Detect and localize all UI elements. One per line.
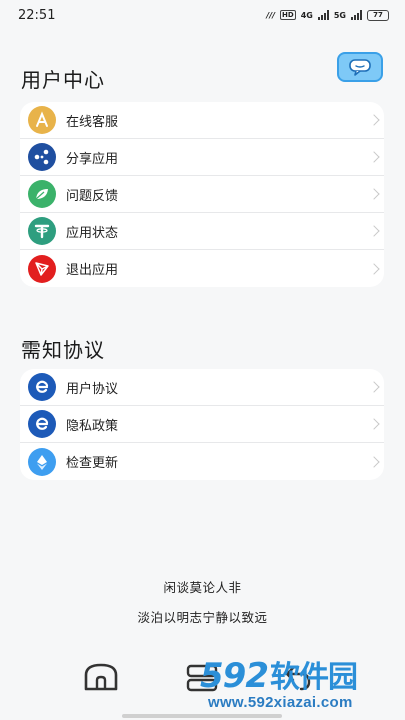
nfc-icon: /// — [266, 10, 276, 20]
tether-status-icon — [28, 217, 56, 245]
signal-icon-2 — [351, 10, 362, 20]
e-doc-icon — [28, 410, 56, 438]
status-time: 22:51 — [18, 7, 56, 23]
diamond-update-icon — [28, 447, 56, 476]
chevron-right-icon — [368, 225, 380, 237]
chevron-right-icon — [368, 114, 380, 126]
share-icon — [28, 143, 56, 171]
menu-item-share-app[interactable]: 分享应用 — [20, 139, 384, 176]
status-icons: /// HD 4G 5G 77 — [266, 9, 389, 21]
watermark-url: www.592xiazai.com — [208, 694, 353, 711]
quote-line-2: 淡泊以明志宁静以致远 — [137, 610, 268, 625]
menu-item-label: 分享应用 — [66, 151, 119, 167]
section-title-user-center: 用户中心 — [21, 68, 105, 92]
leaf-feedback-icon — [28, 180, 56, 208]
chevron-right-icon — [368, 455, 380, 468]
menu-item-check-update[interactable]: 检查更新 — [20, 443, 384, 480]
customer-service-icon — [28, 106, 56, 134]
status-bar: 22:51 /// HD 4G 5G 77 — [0, 0, 405, 30]
chevron-right-icon — [368, 381, 380, 393]
user-center-card: 在线客服 分享应用 问题反馈 应用状态 退出应用 — [20, 102, 384, 287]
chevron-right-icon — [368, 262, 380, 275]
hd-badge: HD — [280, 10, 296, 20]
signal-icon — [317, 10, 329, 20]
chevron-right-icon — [368, 418, 380, 430]
chevron-right-icon — [368, 151, 380, 163]
home-indicator — [122, 714, 282, 718]
menu-item-feedback[interactable]: 问题反馈 — [20, 176, 384, 213]
watermark-number: 592 — [200, 656, 269, 696]
menu-item-user-agreement[interactable]: 用户协议 — [20, 369, 384, 406]
menu-item-label: 问题反馈 — [66, 188, 119, 204]
quote-line-1: 闲谈莫论人非 — [163, 580, 242, 595]
home-icon — [84, 663, 118, 691]
network-5g-label: 5G — [333, 10, 346, 20]
battery-icon: 77 — [367, 9, 389, 21]
menu-item-label: 应用状态 — [66, 225, 119, 241]
chevron-right-icon — [368, 188, 380, 200]
menu-item-label: 隐私政策 — [66, 418, 119, 434]
exit-triangle-icon — [28, 254, 56, 283]
home-nav-button[interactable] — [82, 661, 120, 693]
menu-item-label: 检查更新 — [66, 456, 119, 471]
menu-item-label: 退出应用 — [66, 263, 119, 278]
menu-item-app-status[interactable]: 应用状态 — [20, 213, 384, 250]
network-4g-label: 4G — [300, 10, 313, 20]
watermark-logo: 592软件园 www.592xiazai.com — [196, 650, 405, 720]
menu-item-online-service[interactable]: 在线客服 — [20, 102, 384, 139]
menu-item-privacy-policy[interactable]: 隐私政策 — [20, 406, 384, 443]
menu-item-label: 在线客服 — [66, 114, 119, 130]
e-doc-icon — [28, 373, 56, 401]
menu-item-exit-app[interactable]: 退出应用 — [20, 250, 384, 287]
chat-button[interactable] — [337, 52, 383, 82]
agreements-card: 用户协议 隐私政策 检查更新 — [20, 369, 384, 480]
menu-item-label: 用户协议 — [66, 381, 119, 397]
watermark-brand-name: 软件园 — [269, 660, 358, 695]
chat-bubble-icon — [349, 59, 371, 76]
section-title-agreements: 需知协议 — [21, 338, 105, 362]
